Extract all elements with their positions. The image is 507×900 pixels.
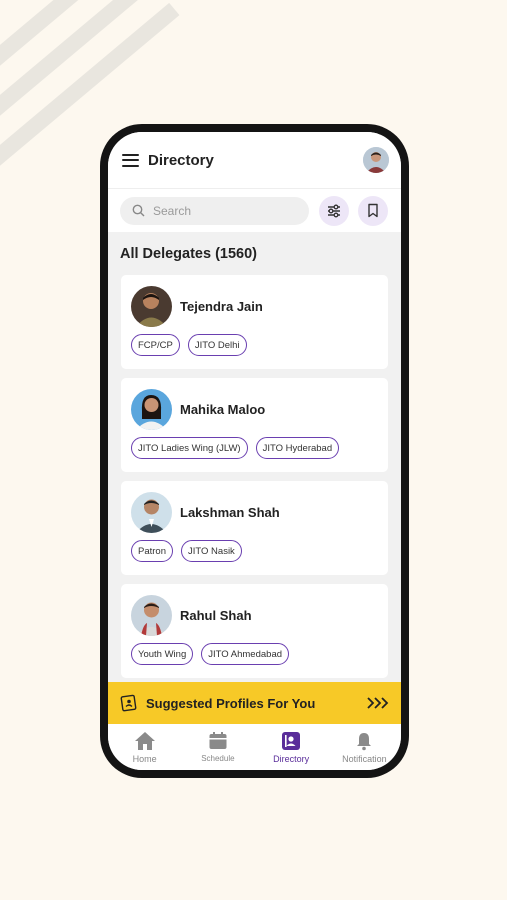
search-icon: [132, 204, 145, 217]
user-avatar[interactable]: [363, 147, 389, 173]
home-icon: [134, 731, 155, 750]
delegate-tag: JITO Ahmedabad: [201, 643, 290, 665]
suggested-profiles-label: Suggested Profiles For You: [146, 695, 316, 711]
avatar: [131, 285, 172, 327]
app-bar: Directory: [108, 132, 401, 188]
delegate-list: Tejendra Jain FCP/CP JITO Delhi Mahika M…: [121, 275, 388, 687]
delegate-name: Tejendra Jain: [180, 298, 263, 314]
bookmark-button[interactable]: [358, 195, 388, 226]
search-input[interactable]: [153, 203, 283, 218]
search-bar: [108, 188, 401, 232]
delegate-card[interactable]: Mahika Maloo JITO Ladies Wing (JLW) JITO…: [121, 378, 388, 472]
suggested-profiles-banner[interactable]: Suggested Profiles For You: [108, 682, 401, 724]
phone-frame: Directory Search All Delegates (1560) Te…: [100, 124, 409, 778]
delegate-tag: JITO Delhi: [187, 334, 247, 356]
search-field[interactable]: [120, 196, 309, 225]
delegate-tag: Patron: [131, 540, 173, 562]
delegate-tag: JITO Hyderabad: [255, 437, 340, 459]
tab-notification[interactable]: Notification: [328, 724, 401, 770]
id-card-icon: [120, 694, 137, 712]
delegate-name: Mahika Maloo: [180, 401, 266, 417]
bell-icon: [357, 732, 372, 750]
delegate-tag: FCP/CP: [131, 334, 180, 356]
delegate-tag: Youth Wing: [131, 643, 194, 665]
section-title: All Delegates (1560): [120, 246, 258, 262]
tab-label: Schedule: [201, 754, 235, 763]
tab-directory[interactable]: Directory: [255, 724, 328, 770]
avatar: [131, 491, 172, 533]
bookmark-icon: [368, 203, 378, 218]
tab-label: Directory: [273, 753, 310, 764]
delegate-name: Lakshman Shah: [180, 504, 280, 520]
tab-schedule[interactable]: Schedule: [181, 724, 254, 770]
bottom-nav: Home Schedule Directory Notification: [108, 724, 401, 770]
tab-home[interactable]: Home: [108, 724, 181, 770]
chevron-right-icon: [367, 697, 389, 709]
tab-label: Home: [132, 753, 157, 764]
delegate-name: Rahul Shah: [180, 607, 252, 623]
delegate-tag: JITO Nasik: [181, 540, 242, 562]
page-title: Directory: [148, 151, 214, 169]
menu-icon[interactable]: [122, 153, 139, 167]
filter-button[interactable]: [319, 195, 349, 226]
calendar-icon: [209, 732, 227, 749]
delegate-card[interactable]: Lakshman Shah Patron JITO Nasik: [121, 481, 388, 575]
delegate-tag: JITO Ladies Wing (JLW): [131, 437, 248, 459]
directory-icon: [282, 731, 301, 750]
avatar: [131, 594, 172, 636]
avatar: [131, 388, 172, 430]
app-screen: Directory Search All Delegates (1560) Te…: [108, 132, 401, 770]
filter-icon: [328, 204, 340, 217]
delegate-card[interactable]: Rahul Shah Youth Wing JITO Ahmedabad: [121, 584, 388, 678]
delegate-card[interactable]: Tejendra Jain FCP/CP JITO Delhi: [121, 275, 388, 369]
tab-label: Notification: [342, 753, 387, 764]
